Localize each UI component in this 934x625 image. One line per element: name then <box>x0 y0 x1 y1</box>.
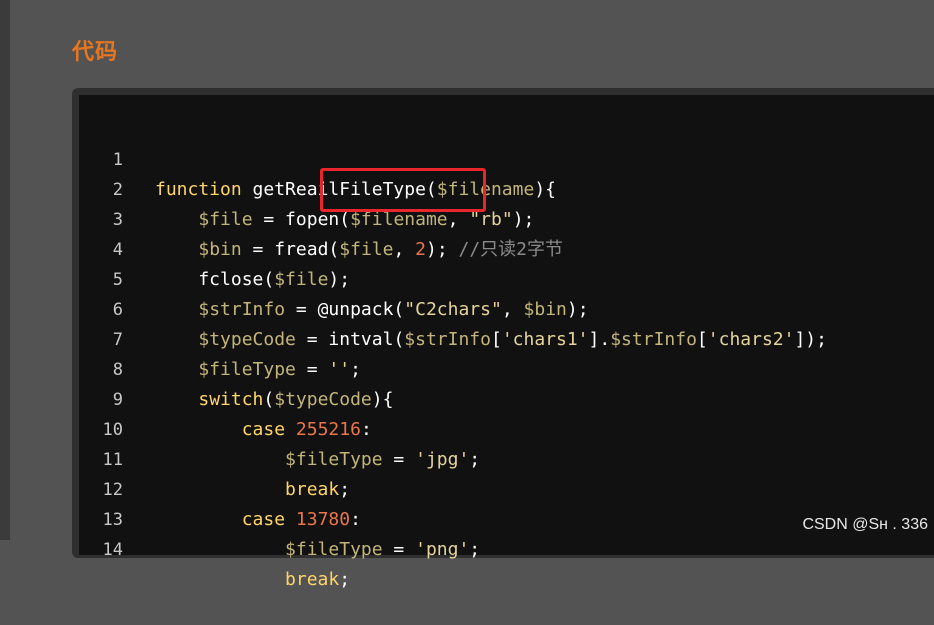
code-block: 1 function getReailFileType($filename){ … <box>79 95 934 590</box>
code-line: 3 $bin = fread($file, 2); //只读2字节 <box>79 175 934 260</box>
code-line: 5 $strInfo = @unpack("C2chars", $bin); <box>79 235 934 320</box>
code-line: 2 $file = fopen($filename, "rb"); <box>79 145 934 230</box>
highlight-annotation-box <box>320 168 486 212</box>
code-line: 12 case 13780: <box>79 445 934 530</box>
code-text: break; <box>285 569 351 590</box>
code-line: 4 fclose($file); <box>79 205 934 290</box>
section-title: 代码 <box>72 40 119 65</box>
code-line: 8 switch($typeCode){ <box>79 325 934 410</box>
code-line: 9 case 255216: <box>79 355 934 440</box>
left-border-strip <box>0 0 10 540</box>
code-line: 7 $fileType = ''; <box>79 295 934 380</box>
watermark: CSDN @Sн . 336 <box>802 516 928 533</box>
code-line: 10 $fileType = 'jpg'; <box>79 385 934 470</box>
code-line: 11 break; <box>79 415 934 500</box>
code-line: 1 function getReailFileType($filename){ <box>79 115 934 200</box>
code-line: 6 $typeCode = intval($strInfo['chars1'].… <box>79 265 934 350</box>
code-line: 13 $fileType = 'png'; <box>79 475 934 560</box>
